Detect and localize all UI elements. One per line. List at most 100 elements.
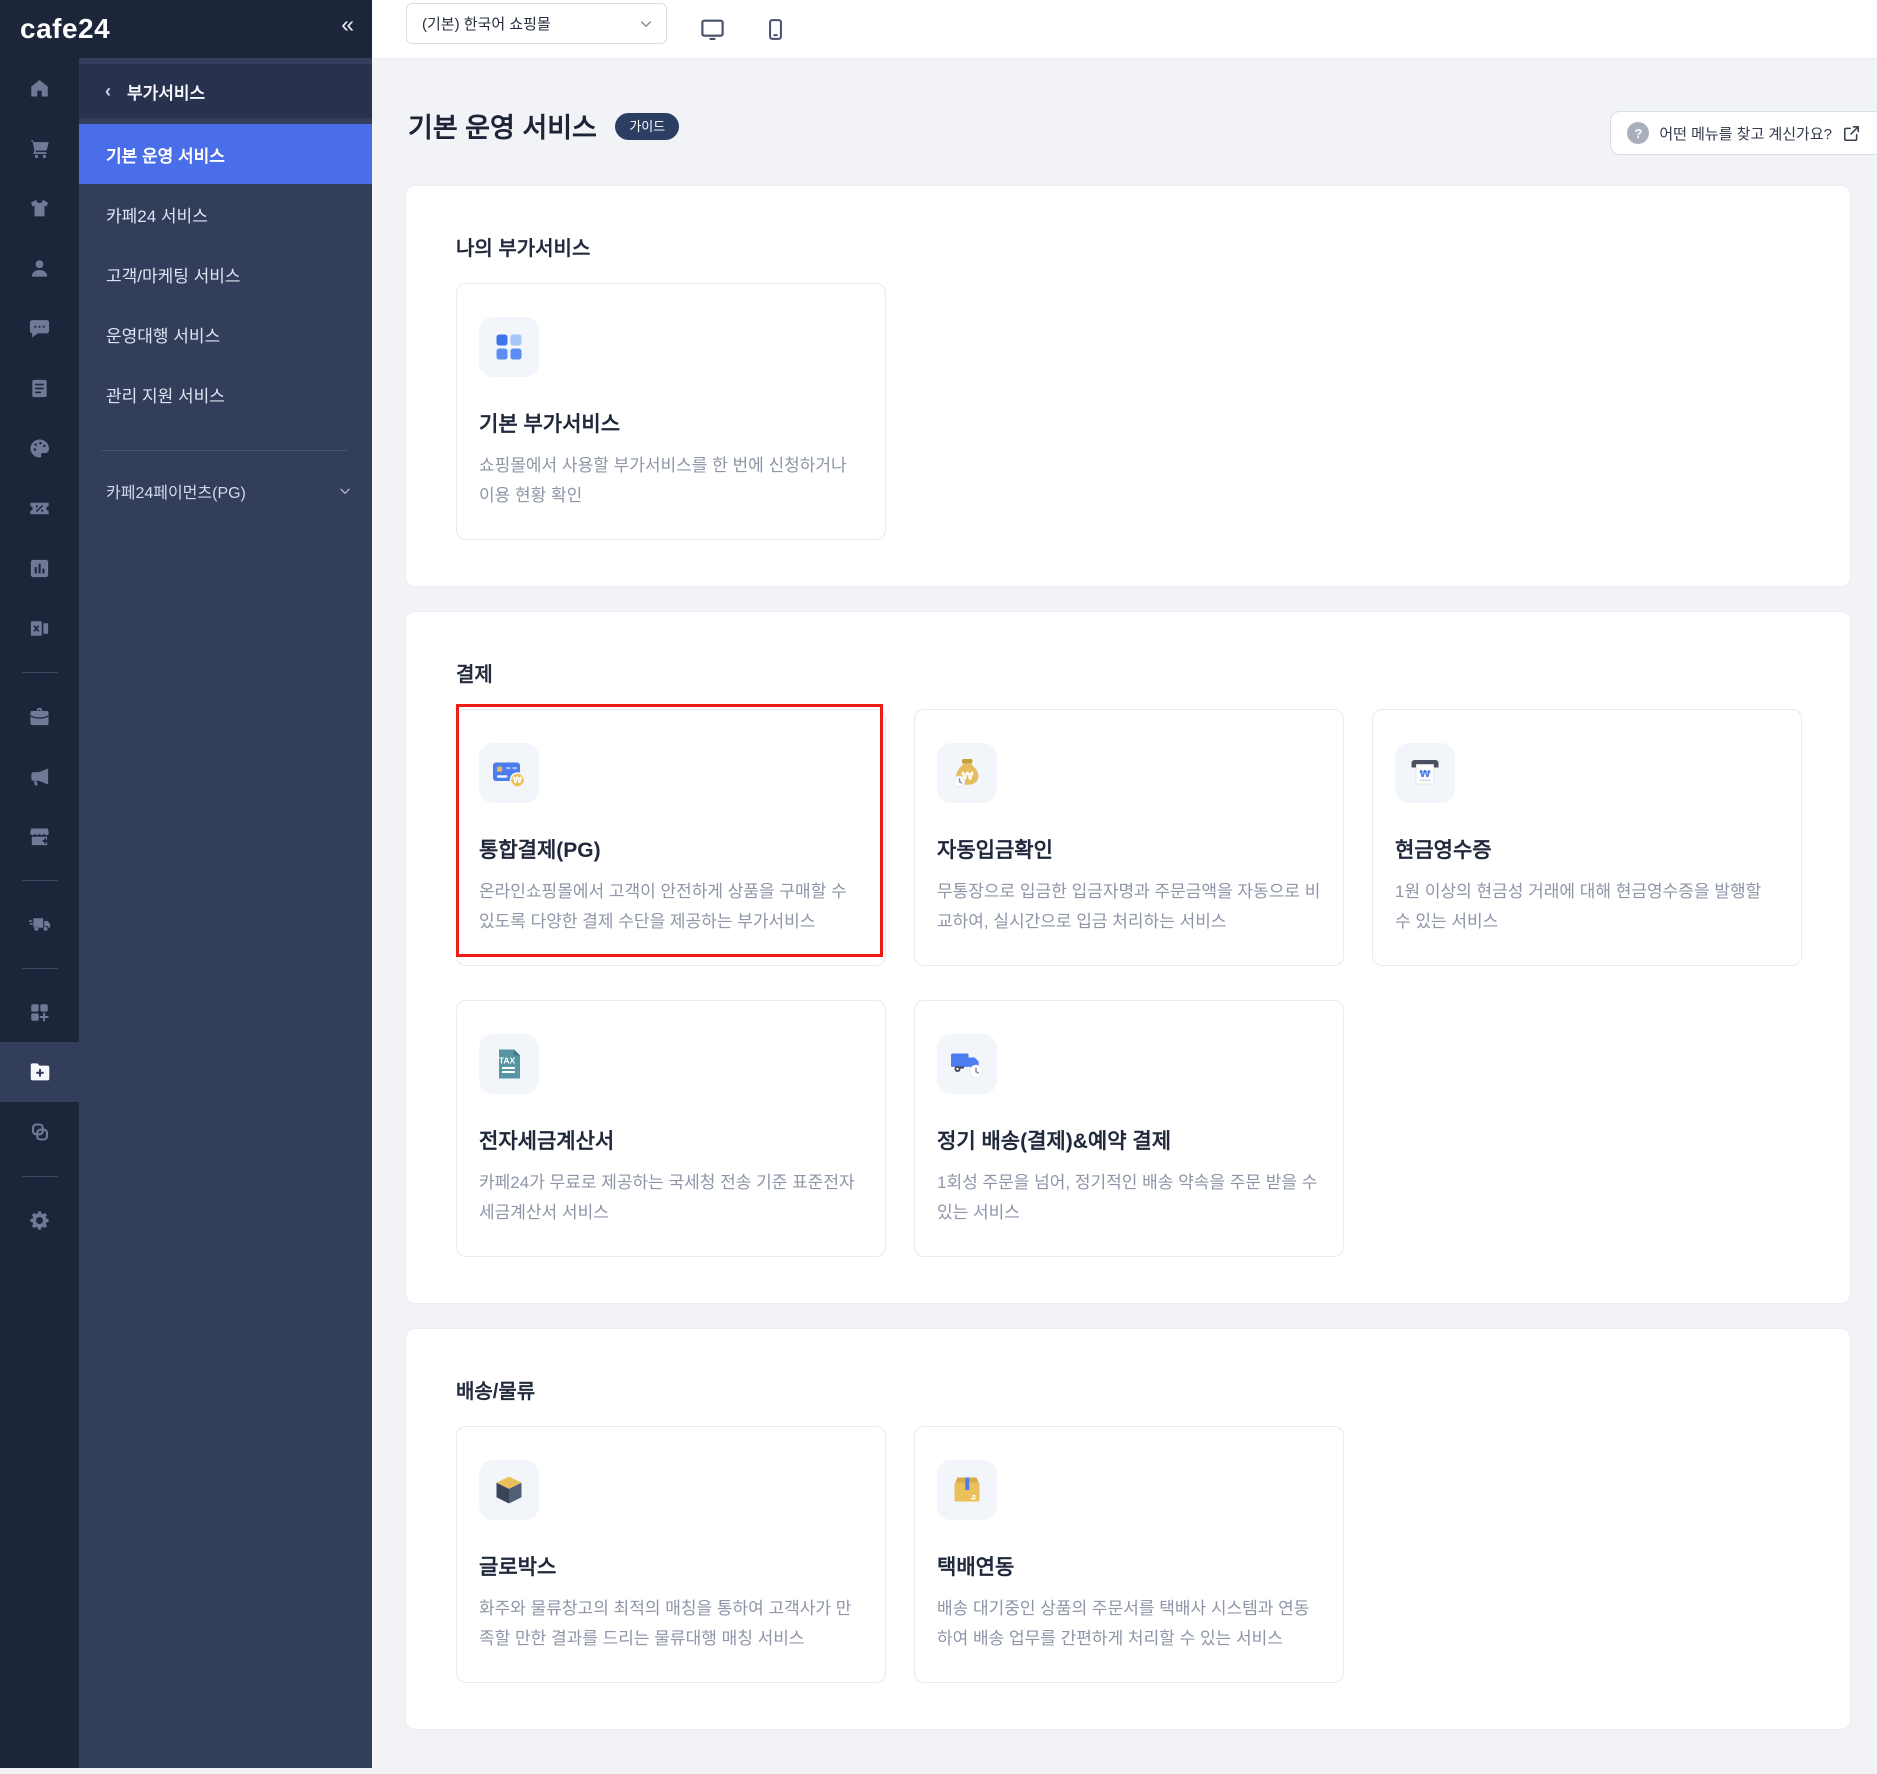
desktop-preview-icon[interactable] <box>696 13 728 45</box>
chevron-left-icon: ‹ <box>105 81 111 101</box>
svg-text:₩: ₩ <box>1419 769 1430 780</box>
sidebar-section-title: 부가서비스 <box>127 83 206 103</box>
sidebar-item-2[interactable]: 카페24 서비스 <box>79 184 372 244</box>
menu-finder-label: 어떤 메뉴를 찾고 계신가요? <box>1659 125 1832 143</box>
sidebar-item-label: 관리 지원 서비스 <box>106 386 225 406</box>
user-icon <box>28 257 51 280</box>
card-title: 글로박스 <box>479 1556 557 1579</box>
shop-selector[interactable]: (기본) 한국어 쇼핑몰 <box>406 3 667 44</box>
menu-finder-button[interactable]: ? 어떤 메뉴를 찾고 계신가요? <box>1610 111 1877 155</box>
rail-item-link-icon[interactable] <box>0 1102 79 1162</box>
mobile-preview-icon[interactable] <box>759 13 791 45</box>
service-card-글로박스[interactable]: 글로박스화주와 물류창고의 최적의 매칭을 통하여 고객사가 만족할 만한 결과… <box>456 1426 886 1683</box>
service-card-기본 부가서비스[interactable]: 기본 부가서비스쇼핑몰에서 사용할 부가서비스를 한 번에 신청하거나 이용 현… <box>456 283 886 540</box>
service-card-택배연동[interactable]: 택배연동 배송 대기중인 상품의 주문서를 택배사 시스템과 연동하여 배송 업무… <box>914 1426 1344 1683</box>
card-title: 기본 부가서비스 <box>479 413 621 436</box>
rail-divider <box>0 954 79 982</box>
page-header: 기본 운영 서비스 가이드 ? 어떤 메뉴를 찾고 계신가요? <box>408 111 1877 155</box>
rail-item-gear-icon[interactable] <box>0 1190 79 1250</box>
rail-item-chart-icon[interactable] <box>0 538 79 598</box>
card-description: 1회성 주문을 넘어, 정기적인 배송 약속을 주문 받을 수 있는 서비스 <box>937 1173 1318 1222</box>
rail-item-truck-icon[interactable] <box>0 894 79 954</box>
cart-icon <box>28 137 51 160</box>
sidebar-item-1[interactable]: 기본 운영 서비스 <box>79 124 372 184</box>
palette-icon <box>28 437 51 460</box>
briefcase-icon <box>28 705 51 728</box>
gear-icon <box>28 1209 51 1232</box>
service-section-1: 나의 부가서비스 기본 부가서비스 쇼핑몰에서 사용할 부가서비스를 한 번에 신청… <box>405 185 1851 587</box>
rail-item-coupon-icon[interactable] <box>0 478 79 538</box>
rail-item-excel-icon[interactable] <box>0 598 79 658</box>
page-content: 기본 운영 서비스 가이드 ? 어떤 메뉴를 찾고 계신가요? 나의 부가서비스… <box>372 59 1877 1774</box>
rail-item-user-icon[interactable] <box>0 238 79 298</box>
rail-item-palette-icon[interactable] <box>0 418 79 478</box>
service-card-정기 배송(결제)&예약 결제[interactable]: 정기 배송(결제)&예약 결제 1회성 주문을 넘어, 정기적인 배송 약속을 주… <box>914 1000 1344 1257</box>
card-grid: 기본 부가서비스쇼핑몰에서 사용할 부가서비스를 한 번에 신청하거나 이용 현… <box>456 283 1802 540</box>
sidebar-item-cafe24-payments[interactable]: 카페24페이먼츠(PG) <box>79 475 372 507</box>
globox-cube-icon <box>479 1460 539 1520</box>
chat-icon <box>28 317 51 340</box>
sidebar-item-5[interactable]: 관리 지원 서비스 <box>79 364 372 424</box>
deposit-check-icon: ₩ <box>937 743 997 803</box>
excel-icon <box>28 617 51 640</box>
card-title: 현금영수증 <box>1395 839 1492 862</box>
home-icon <box>28 77 51 100</box>
rail-item-list-icon[interactable] <box>0 358 79 418</box>
service-section-3: 배송/물류글로박스화주와 물류창고의 최적의 매칭을 통하여 고객사가 만족할 … <box>405 1328 1851 1730</box>
rail-item-grid-plus-icon[interactable] <box>0 982 79 1042</box>
sidebar-menu: 기본 운영 서비스카페24 서비스고객/마케팅 서비스운영대행 서비스관리 지원… <box>79 124 372 424</box>
parcel-box-icon <box>937 1460 997 1520</box>
svg-text:TAX: TAX <box>499 1056 516 1066</box>
svg-text:₩: ₩ <box>513 776 523 786</box>
cafe24-logo: cafe24 <box>20 13 111 44</box>
card-description: 온라인쇼핑몰에서 고객이 안전하게 상품을 구매할 수 있도록 다양한 결제 수… <box>479 882 847 931</box>
rail-item-chat-icon[interactable] <box>0 298 79 358</box>
card-description: 무통장으로 입금한 입금자명과 주문금액을 자동으로 비교하여, 실시간으로 입… <box>937 882 1321 931</box>
store-plus-icon <box>28 825 51 848</box>
rail-divider <box>0 866 79 894</box>
truck-icon <box>28 912 52 936</box>
chevron-down-icon <box>338 484 352 498</box>
coupon-icon <box>28 497 51 520</box>
shop-selector-value: (기본) 한국어 쇼핑몰 <box>422 16 551 33</box>
card-description: 카페24가 무료로 제공하는 국세청 전송 기준 표준전자세금계산서 서비스 <box>479 1173 855 1222</box>
sidebar: cafe24 « ‹ 부가서비스 기본 운영 서비스카페24 서비스고객/마케팅… <box>0 0 372 1768</box>
service-card-전자세금계산서[interactable]: TAX 전자세금계산서 카페24가 무료로 제공하는 국세청 전송 기준 표준전자세… <box>456 1000 886 1257</box>
card-description: 쇼핑몰에서 사용할 부가서비스를 한 번에 신청하거나 이용 현황 확인 <box>479 456 847 505</box>
guide-badge[interactable]: 가이드 <box>615 112 680 140</box>
rail-item-megaphone-icon[interactable] <box>0 746 79 806</box>
list-icon <box>28 377 51 400</box>
rail-item-shirt-icon[interactable] <box>0 178 79 238</box>
card-grid: ₩ 통합결제(PG) 온라인쇼핑몰에서 고객이 안전하게 상품을 구매할 수 있도록… <box>456 704 1802 1257</box>
rail-item-home-icon[interactable] <box>0 58 79 118</box>
sidebar-back-header[interactable]: ‹ 부가서비스 <box>79 64 372 118</box>
page-title: 기본 운영 서비스 <box>408 113 597 143</box>
pg-card-icon: ₩ <box>479 743 539 803</box>
section-heading: 배송/물류 <box>456 1381 536 1403</box>
cash-receipt-icon: ₩ <box>1395 743 1455 803</box>
sidebar-item-4[interactable]: 운영대행 서비스 <box>79 304 372 364</box>
subscription-truck-icon <box>937 1034 997 1094</box>
service-section-2: 결제 ₩ 통합결제(PG) 온라인쇼핑몰에서 고객이 안전하게 상품을 구매할 수 있… <box>405 611 1851 1304</box>
service-sections: 나의 부가서비스 기본 부가서비스 쇼핑몰에서 사용할 부가서비스를 한 번에 신청… <box>405 185 1851 1730</box>
service-card-자동입금확인[interactable]: ₩ 자동입금확인 무통장으로 입금한 입금자명과 주문금액을 자동으로 비교하여, … <box>914 709 1344 966</box>
sidebar-collapse-icon[interactable]: « <box>341 13 354 36</box>
link-icon <box>28 1120 52 1144</box>
rail-item-cart-icon[interactable] <box>0 118 79 178</box>
rail-item-store-plus-icon[interactable] <box>0 806 79 866</box>
sidebar-item-label: 카페24 서비스 <box>106 206 208 226</box>
card-title: 정기 배송(결제)&예약 결제 <box>937 1130 1172 1153</box>
rail-item-folder-plus-icon[interactable] <box>0 1042 79 1102</box>
service-card-현금영수증[interactable]: ₩ 현금영수증 1원 이상의 현금성 거래에 대해 현금영수증을 발행할 수 있는 … <box>1372 709 1802 966</box>
folder-plus-icon <box>28 1060 52 1084</box>
rail-item-briefcase-icon[interactable] <box>0 686 79 746</box>
card-description: 화주와 물류창고의 최적의 매칭을 통하여 고객사가 만족할 만한 결과를 드리… <box>479 1599 852 1648</box>
card-grid: 글로박스화주와 물류창고의 최적의 매칭을 통하여 고객사가 만족할 만한 결과… <box>456 1426 1802 1683</box>
card-description: 1원 이상의 현금성 거래에 대해 현금영수증을 발행할 수 있는 서비스 <box>1395 882 1762 931</box>
sidebar-item-label: 운영대행 서비스 <box>106 326 221 346</box>
card-title: 택배연동 <box>937 1556 1015 1579</box>
service-card-통합결제(PG)[interactable]: ₩ 통합결제(PG) 온라인쇼핑몰에서 고객이 안전하게 상품을 구매할 수 있도록… <box>456 704 886 966</box>
rail-divider <box>0 1162 79 1190</box>
sidebar-item-3[interactable]: 고객/마케팅 서비스 <box>79 244 372 304</box>
chevron-down-icon <box>638 16 654 32</box>
